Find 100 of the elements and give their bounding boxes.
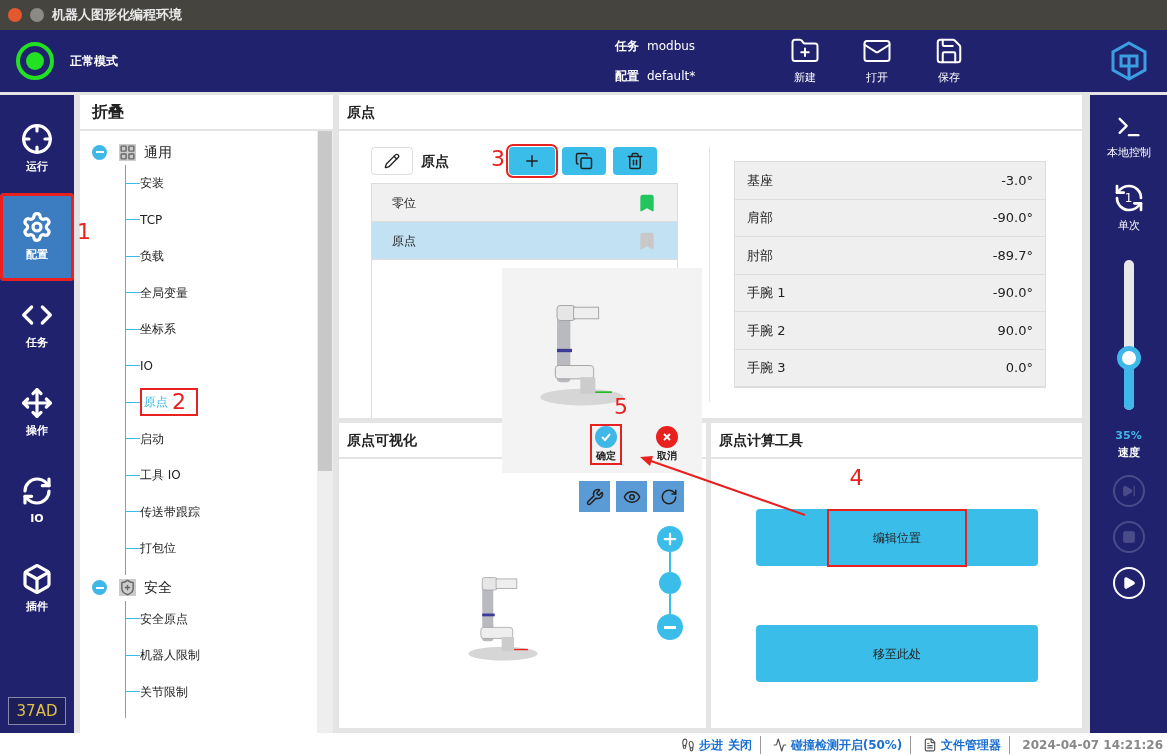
- move-arrows-icon: [21, 386, 53, 419]
- skip-forward-icon: [1121, 484, 1136, 498]
- add-button[interactable]: [509, 147, 555, 175]
- plus-icon: [661, 530, 679, 548]
- collapse-icon[interactable]: [92, 580, 107, 595]
- callout-number: 3: [491, 148, 505, 170]
- status-item[interactable]: 步进 关闭: [681, 735, 761, 754]
- shield-icon: [119, 579, 136, 596]
- joint-name: 肩部: [747, 209, 773, 227]
- toolbar-button[interactable]: 打开: [857, 35, 898, 87]
- list-item[interactable]: 零位: [372, 184, 677, 222]
- speed-label: 速度: [1117, 444, 1140, 461]
- copy-icon: [575, 152, 593, 170]
- action-button[interactable]: 移至此处: [755, 625, 1038, 682]
- speed-reading: 35%: [1115, 428, 1142, 444]
- rename-button[interactable]: [371, 147, 413, 175]
- bookmark-icon[interactable]: [637, 192, 657, 213]
- close-button[interactable]: [8, 8, 22, 22]
- trash-icon: [626, 152, 644, 170]
- panel-title: 原点: [339, 95, 1082, 131]
- joint-value: -90.0°: [992, 284, 1033, 302]
- scrollbar[interactable]: [317, 131, 333, 733]
- check-icon: [595, 426, 617, 448]
- view-button[interactable]: [616, 481, 647, 512]
- config-value: default*: [647, 68, 696, 85]
- status-time: 2024-04-07 14:21:26: [1022, 736, 1163, 754]
- rotate-button[interactable]: [653, 481, 684, 512]
- joint-value: 90.0°: [997, 321, 1033, 340]
- tree-item[interactable]: 坐标系: [140, 320, 176, 339]
- tree-item[interactable]: IO: [140, 356, 153, 375]
- cube-icon: [21, 562, 53, 595]
- tree-item[interactable]: 关节限制: [140, 682, 188, 701]
- nav-item[interactable]: 操作: [0, 369, 74, 457]
- zoom-in-button[interactable]: [657, 526, 683, 552]
- status-item[interactable]: 碰撞检测开启(50%): [772, 735, 912, 754]
- nav-item[interactable]: 配置: [0, 193, 74, 281]
- plus-icon: [523, 152, 541, 170]
- single-run-button[interactable]: 1 单次: [1112, 181, 1145, 234]
- status-indicator-icon: [16, 42, 54, 80]
- joint-name: 手腕 2: [747, 321, 786, 340]
- tree-item[interactable]: 打包位: [140, 539, 176, 558]
- nav-item[interactable]: 插件: [0, 545, 74, 633]
- crosshair-icon: [21, 122, 53, 155]
- joint-name: 手腕 1: [747, 284, 786, 302]
- tree-item[interactable]: TCP: [140, 210, 163, 229]
- callout-number: 1: [77, 221, 91, 243]
- tree-item[interactable]: 机器人限制: [140, 646, 200, 665]
- mode-label: 正常模式: [70, 53, 118, 70]
- panel-title: 原点计算工具: [711, 423, 1082, 459]
- copy-button[interactable]: [562, 147, 606, 175]
- tree-item[interactable]: 传送带跟踪: [140, 502, 200, 521]
- tools-button[interactable]: [579, 481, 610, 512]
- callout-number: 4: [849, 467, 864, 489]
- joint-value: -90.0°: [992, 209, 1033, 227]
- local-control-button[interactable]: 本地控制: [1106, 113, 1151, 162]
- toolbar-button[interactable]: 新建: [785, 35, 826, 87]
- callout-number: 2: [172, 391, 186, 413]
- panel-title: 折叠: [80, 95, 333, 131]
- nav-item[interactable]: 运行: [0, 105, 74, 193]
- origin-name: 原点: [421, 151, 449, 171]
- action-button[interactable]: 编辑位置: [755, 509, 1038, 566]
- collapse-icon[interactable]: [92, 144, 107, 160]
- joint-name: 基座: [747, 171, 773, 190]
- close-icon: [656, 426, 678, 448]
- tree-item[interactable]: 负载: [140, 247, 164, 266]
- minimize-button[interactable]: [30, 8, 44, 22]
- joint-value: -3.0°: [1001, 171, 1033, 190]
- status-item[interactable]: 文件管理器: [923, 735, 1011, 754]
- zoom-out-button[interactable]: [657, 614, 683, 640]
- device-badge: 37AD: [7, 696, 67, 725]
- play-icon: [1121, 576, 1136, 590]
- joint-value: 0.0°: [1005, 359, 1033, 377]
- grid-icon: [119, 143, 136, 161]
- zoom-slider-thumb[interactable]: [659, 572, 681, 594]
- play-button[interactable]: [1112, 567, 1145, 599]
- toolbar-button[interactable]: 保存: [929, 35, 970, 87]
- exchange-icon: [21, 474, 53, 507]
- task-value: modbus: [647, 38, 696, 55]
- tree-item[interactable]: 启动: [140, 429, 164, 448]
- document-icon: [923, 737, 938, 752]
- list-item[interactable]: 原点: [372, 222, 677, 260]
- slider-thumb[interactable]: [1116, 345, 1141, 370]
- tree-item[interactable]: 安全原点: [140, 609, 188, 628]
- tree-item[interactable]: 安装: [140, 174, 164, 193]
- callout-number: 5: [614, 396, 628, 418]
- config-label: 配置: [615, 68, 639, 85]
- stop-icon: [1121, 530, 1136, 544]
- nav-item[interactable]: IO: [0, 457, 74, 545]
- delete-button[interactable]: [613, 147, 657, 175]
- tree-item[interactable]: 全局变量: [140, 283, 188, 302]
- nav-item[interactable]: 任务: [0, 281, 74, 369]
- tree-item[interactable]: 工具 IO: [140, 466, 181, 485]
- joint-name: 手腕 3: [747, 359, 786, 377]
- pencil-icon: [384, 153, 400, 169]
- rotate-icon: [659, 487, 678, 506]
- joint-name: 肘部: [747, 246, 773, 265]
- tree-group[interactable]: 安全: [144, 577, 172, 598]
- tree-group[interactable]: 通用: [144, 141, 172, 163]
- logo-icon: [1111, 41, 1147, 81]
- pulse-icon: [772, 737, 787, 752]
